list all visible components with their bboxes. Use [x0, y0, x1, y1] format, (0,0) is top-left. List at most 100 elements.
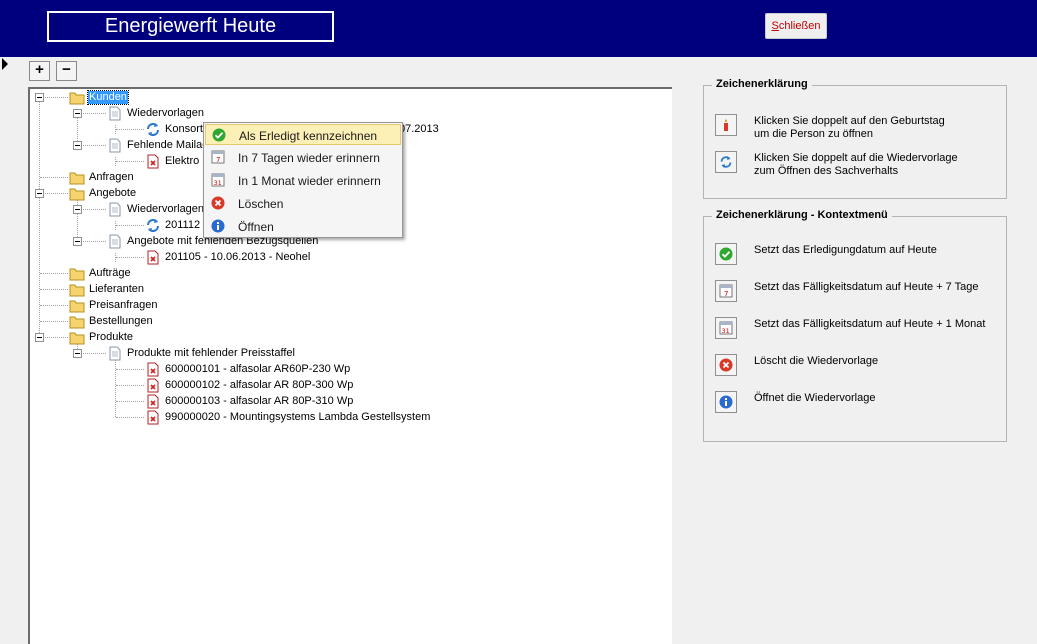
refresh-icon	[147, 219, 159, 232]
context-menu: Als Erledigt kennzeichnen 7 In 7 Tagen w…	[203, 122, 403, 238]
missing-document-icon	[147, 362, 159, 377]
birthday-candle-icon	[715, 114, 737, 136]
refresh-icon	[147, 123, 159, 136]
document-icon	[109, 202, 121, 217]
legend-text: zum Öffnen des Sachverhalts	[754, 165, 899, 177]
document-icon	[109, 106, 121, 121]
legend-title: Zeichenerklärung - Kontextmenü	[712, 209, 892, 221]
tree-node-label: Produkte mit fehlender Preisstaffel	[127, 347, 295, 359]
menu-item-mark-done[interactable]: Als Erledigt kennzeichnen	[205, 124, 401, 145]
close-button-mnemonic: S	[771, 20, 779, 32]
tree-connector	[116, 225, 144, 226]
legend-text: Setzt das Fälligkeitsdatum auf Heute + 7…	[754, 281, 979, 293]
tree-connector	[40, 337, 68, 338]
tree-connector	[116, 161, 144, 162]
tree-node-label: 201112	[165, 219, 201, 231]
collapse-toggle[interactable]	[73, 205, 82, 214]
svg-text:31: 31	[214, 179, 222, 187]
info-icon	[211, 219, 225, 233]
svg-text:7: 7	[216, 156, 220, 164]
tree-node-label: Aufträge	[89, 267, 131, 279]
menu-item-label: Öffnen	[238, 220, 274, 234]
expand-all-button[interactable]: +	[29, 61, 50, 81]
delete-icon	[715, 354, 737, 376]
menu-item-delete[interactable]: Löschen	[205, 193, 401, 214]
collapse-toggle[interactable]	[73, 109, 82, 118]
legend-text: Setzt das Erledigungdatum auf Heute	[754, 244, 937, 256]
close-button[interactable]: Schließen	[765, 13, 827, 39]
tree-node-label: Bestellungen	[89, 315, 153, 327]
tree-connector	[78, 241, 106, 242]
collapse-toggle[interactable]	[73, 349, 82, 358]
missing-document-icon	[147, 378, 159, 393]
tree-connector	[40, 273, 68, 274]
calendar-31-icon: 31	[715, 317, 737, 339]
collapse-toggle[interactable]	[73, 237, 82, 246]
check-icon	[715, 243, 737, 265]
document-icon	[109, 234, 121, 249]
check-icon	[212, 128, 226, 142]
info-icon	[715, 391, 737, 413]
collapse-toggle[interactable]	[35, 189, 44, 198]
close-button-label: chließen	[778, 20, 821, 32]
tree-connector	[40, 289, 68, 290]
missing-document-icon	[147, 394, 159, 409]
tree-connector	[116, 129, 144, 130]
legend-text: Klicken Sie doppelt auf die Wiedervorlag…	[754, 152, 958, 164]
folder-icon	[69, 92, 85, 105]
menu-item-label: In 7 Tagen wieder erinnern	[238, 151, 380, 165]
folder-icon	[69, 332, 85, 345]
tree-node-label: Kunden	[87, 90, 129, 105]
legend-text: Klicken Sie doppelt auf den Geburtstag	[754, 115, 945, 127]
tree-connector	[116, 257, 144, 258]
delete-icon	[211, 196, 225, 210]
tree-connector	[40, 193, 68, 194]
tree-connector	[40, 177, 68, 178]
tree-node-label: Preisanfragen	[89, 299, 158, 311]
tree-node-label: 600000102 - alfasolar AR 80P-300 Wp	[165, 379, 354, 391]
tree-node-label: Produkte	[89, 331, 134, 343]
collapse-all-button[interactable]: −	[56, 61, 77, 81]
svg-text:7: 7	[724, 290, 728, 298]
calendar-7-icon: 7	[211, 150, 225, 164]
calendar-7-icon: 7	[715, 280, 737, 302]
folder-icon	[69, 188, 85, 201]
tree-connector	[78, 209, 106, 210]
refresh-icon	[715, 151, 737, 173]
menu-item-open[interactable]: Öffnen	[205, 216, 401, 237]
menu-item-remind-1-month[interactable]: 31 In 1 Monat wieder erinnern	[205, 170, 401, 191]
tree-node-label: Lieferanten	[89, 283, 145, 295]
missing-document-icon	[147, 410, 159, 425]
collapse-toggle[interactable]	[73, 141, 82, 150]
tree-connector	[116, 401, 144, 402]
folder-icon	[69, 300, 85, 313]
collapse-toggle[interactable]	[35, 93, 44, 102]
tree-node-label: Fehlende Mailad	[127, 139, 209, 151]
legend-text: Setzt das Fälligkeitsdatum auf Heute + 1…	[754, 318, 986, 330]
missing-document-icon	[147, 154, 159, 169]
folder-icon	[69, 284, 85, 297]
menu-item-remind-7-days[interactable]: 7 In 7 Tagen wieder erinnern	[205, 147, 401, 168]
legend-text: Öffnet die Wiedervorlage	[754, 392, 876, 404]
record-selector-arrow-icon	[2, 58, 8, 70]
tree-connector	[40, 305, 68, 306]
tree-connector	[78, 353, 106, 354]
tree-node-label: 201105 - 10.06.2013 - Neohel	[165, 251, 311, 263]
folder-icon	[69, 268, 85, 281]
folder-icon	[69, 172, 85, 185]
tree-connector	[40, 97, 68, 98]
menu-item-label: Als Erledigt kennzeichnen	[239, 129, 378, 143]
menu-item-label: Löschen	[238, 197, 284, 211]
legend-group: Zeichenerklärung Klicken Sie doppelt auf…	[703, 78, 1007, 199]
tree-node-label: Konsort	[165, 123, 203, 135]
header-bar: Energiewerft Heute Schließen	[0, 0, 1037, 57]
tree-connector	[115, 359, 116, 417]
collapse-toggle[interactable]	[35, 333, 44, 342]
tree-node-label: 990000020 - Mountingsystems Lambda Geste…	[165, 411, 431, 423]
tree-connector	[40, 321, 68, 322]
tree-connector	[116, 417, 144, 418]
tree-connector	[116, 385, 144, 386]
legend-context-group: Zeichenerklärung - Kontextmenü Setzt das…	[703, 209, 1007, 442]
tree-node-label: Wiedervorlagen	[127, 107, 205, 119]
document-icon	[109, 346, 121, 361]
